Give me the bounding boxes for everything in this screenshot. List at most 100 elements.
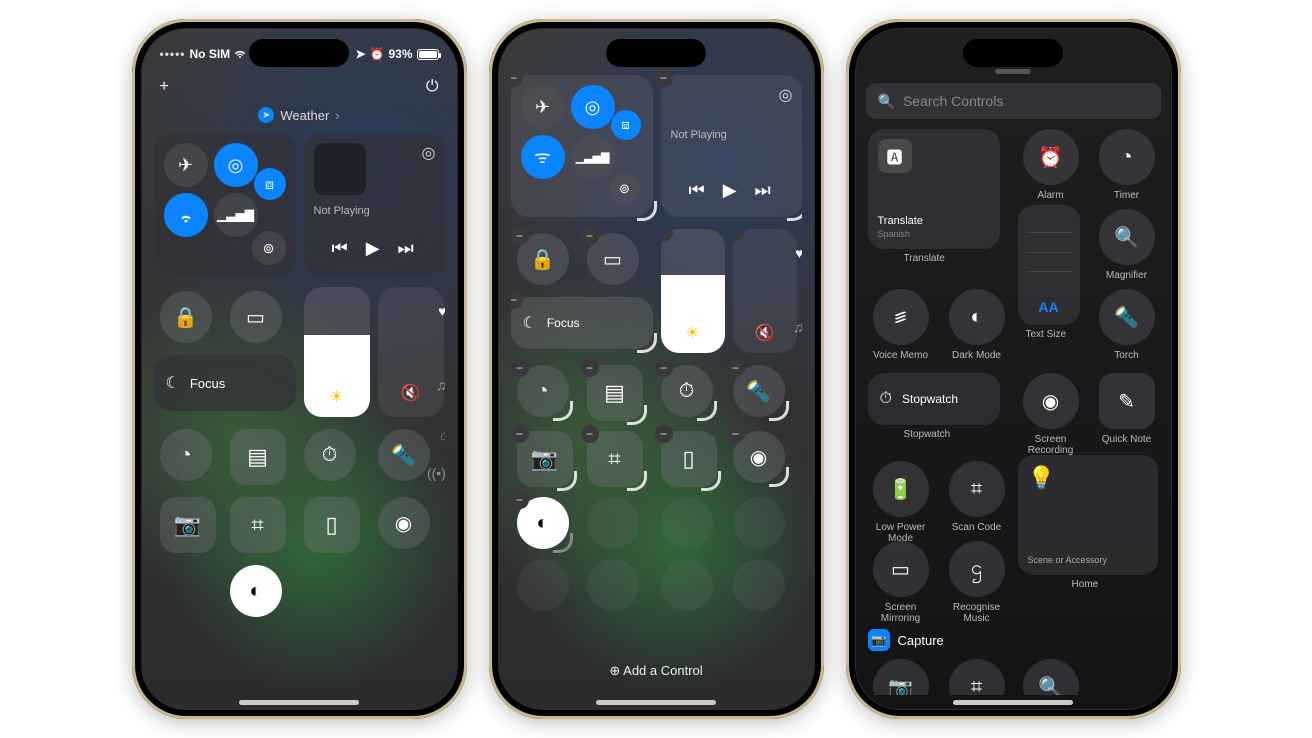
calculator-button[interactable]: ▤− xyxy=(587,365,643,421)
torch-button[interactable]: 🔦− xyxy=(733,365,785,417)
screen-mirroring-control[interactable]: ▭ xyxy=(873,541,929,597)
home-indicator[interactable] xyxy=(596,700,716,705)
empty-slot[interactable] xyxy=(517,559,569,611)
cellular-toggle[interactable]: ▁▃▅▇ xyxy=(214,193,258,237)
bluetooth-toggle[interactable]: ⧈ xyxy=(611,110,641,140)
wifi-toggle[interactable] xyxy=(164,193,208,237)
brightness-slider[interactable]: ☀︎ xyxy=(304,287,370,417)
qr-scan-button[interactable]: ⌗ xyxy=(230,497,286,553)
magnifier-gallery-control[interactable]: 🔍 xyxy=(1023,659,1079,695)
remove-badge[interactable]: − xyxy=(733,229,745,241)
remove-badge[interactable]: − xyxy=(511,291,523,309)
dark-mode-control[interactable]: ◐ xyxy=(949,289,1005,345)
stopwatch-pill-control[interactable]: ⏱Stopwatch xyxy=(868,373,1000,425)
volume-slider[interactable]: 🔇 xyxy=(378,287,444,417)
dark-mode-toggle[interactable]: ◐ xyxy=(230,565,282,617)
screen-record-button[interactable]: ◉ xyxy=(378,497,430,549)
apple-tv-remote-button[interactable]: ▯ xyxy=(304,497,360,553)
now-playing-tile-edit[interactable]: − ◎ Not Playing ⏮ ▶ ⏭ xyxy=(661,75,802,217)
brightness-icon: ☀︎ xyxy=(329,387,343,407)
personal-hotspot-toggle[interactable]: ⊚ xyxy=(252,231,286,265)
alarm-control[interactable]: ⏰ xyxy=(1023,129,1079,185)
media-next-button[interactable]: ⏭ xyxy=(755,180,771,201)
bluetooth-toggle[interactable]: ⧈ xyxy=(254,168,286,200)
torch-control[interactable]: 🔦 xyxy=(1099,289,1155,345)
media-prev-button[interactable]: ⏮ xyxy=(332,238,348,259)
empty-slot[interactable] xyxy=(587,559,639,611)
cellular-toggle[interactable]: ▁▃▅▇ xyxy=(571,135,615,179)
remove-badge[interactable]: − xyxy=(581,227,599,245)
resize-handle[interactable] xyxy=(787,201,802,221)
empty-slot[interactable] xyxy=(661,559,713,611)
translate-control-tile[interactable]: 🅰︎ Translate Spanish xyxy=(868,129,1000,249)
camera-gallery-control[interactable]: 📷 xyxy=(873,659,929,695)
timer-button[interactable]: ◔ xyxy=(160,429,212,481)
home-indicator[interactable] xyxy=(239,700,359,705)
airplane-mode-toggle[interactable]: ✈︎ xyxy=(164,143,208,187)
focus-button[interactable]: ☾ Focus xyxy=(154,355,296,411)
sheet-grabber[interactable] xyxy=(995,69,1031,74)
magnifier-control[interactable]: 🔍 xyxy=(1099,209,1155,265)
empty-slot[interactable] xyxy=(733,497,785,549)
empty-slot[interactable] xyxy=(661,497,713,549)
connectivity-group-edit[interactable]: − ✈︎ ◎ ᯤ ▁▃▅▇ ⧈ ⊚ xyxy=(511,75,653,217)
quick-note-control[interactable]: ✎ xyxy=(1099,373,1155,429)
brightness-slider-edit[interactable]: − ☀︎ xyxy=(661,229,725,353)
now-playing-tile[interactable]: ◎ Not Playing ⏮ ▶ ⏭ xyxy=(304,133,445,275)
wifi-toggle[interactable]: ᯤ xyxy=(521,135,565,179)
timer-button[interactable]: ◔− xyxy=(517,365,569,417)
empty-slot[interactable] xyxy=(733,559,785,611)
resize-handle[interactable] xyxy=(709,337,725,353)
home-scene-tile[interactable]: 💡 Scene or Accessory xyxy=(1018,455,1158,575)
remove-badge[interactable]: − xyxy=(661,229,673,241)
screen-record-button[interactable]: ◉− xyxy=(733,431,785,483)
timer-control[interactable]: ◔ xyxy=(1099,129,1155,185)
resize-handle[interactable] xyxy=(637,201,657,221)
camera-button[interactable]: 📷− xyxy=(517,431,573,487)
scan-gallery-control[interactable]: ⌗ xyxy=(949,659,1005,695)
resize-handle[interactable] xyxy=(637,333,657,353)
text-size-control[interactable]: AA xyxy=(1018,205,1080,325)
add-a-control-button[interactable]: ⊕ Add a Control xyxy=(511,663,802,679)
focus-button-edit[interactable]: − ☾ Focus xyxy=(511,297,653,349)
home-indicator[interactable] xyxy=(953,700,1073,705)
low-power-mode-control[interactable]: 🔋 xyxy=(873,461,929,517)
airdrop-toggle[interactable]: ◎ xyxy=(571,85,615,129)
stopwatch-button[interactable]: ⏱− xyxy=(661,365,713,417)
recognise-music-control[interactable]: ဌ xyxy=(949,541,1005,597)
empty-slot[interactable] xyxy=(587,497,639,549)
airplane-mode-toggle[interactable]: ✈︎ xyxy=(521,85,565,129)
connectivity-group[interactable]: ✈︎ ◎ ▁▃▅▇ ⧈ ⊚ xyxy=(154,133,296,275)
media-prev-button[interactable]: ⏮ xyxy=(689,180,705,201)
airdrop-toggle[interactable]: ◎ xyxy=(214,143,258,187)
media-play-button[interactable]: ▶ xyxy=(366,238,380,259)
camera-button[interactable]: 📷 xyxy=(160,497,216,553)
apple-tv-remote-button[interactable]: ▯− xyxy=(661,431,717,487)
stopwatch-button[interactable]: ⏱ xyxy=(304,429,356,481)
volume-slider-edit[interactable]: − 🔇 xyxy=(733,229,797,353)
screen-recording-control[interactable]: ◉ xyxy=(1023,373,1079,429)
resize-handle[interactable] xyxy=(781,337,797,353)
remove-badge[interactable]: − xyxy=(511,69,523,87)
screen-mirroring-button[interactable]: ▭ xyxy=(230,291,282,343)
screen-mirroring-button[interactable]: ▭− xyxy=(587,233,639,285)
rotation-lock-toggle[interactable]: 🔒 xyxy=(160,291,212,343)
rotation-lock-toggle[interactable]: 🔒− xyxy=(517,233,569,285)
personal-hotspot-toggle[interactable]: ⊚ xyxy=(609,173,641,205)
remove-badge[interactable]: − xyxy=(511,227,529,245)
torch-button[interactable]: 🔦 xyxy=(378,429,430,481)
scan-code-control[interactable]: ⌗ xyxy=(949,461,1005,517)
voice-memo-control[interactable]: ꠵ xyxy=(873,289,929,345)
airplay-icon[interactable]: ◎ xyxy=(422,143,436,163)
media-next-button[interactable]: ⏭ xyxy=(398,238,414,259)
search-controls-field[interactable]: 🔍 Search Controls xyxy=(866,83,1161,119)
power-button[interactable]: ⏻ xyxy=(426,78,439,96)
remove-badge[interactable]: − xyxy=(655,69,673,87)
dark-mode-toggle[interactable]: ◐− xyxy=(517,497,569,549)
media-play-button[interactable]: ▶ xyxy=(723,180,737,201)
calculator-button[interactable]: ▤ xyxy=(230,429,286,485)
qr-scan-button[interactable]: ⌗− xyxy=(587,431,643,487)
breadcrumb[interactable]: ➤ Weather › xyxy=(154,107,445,123)
dynamic-island xyxy=(606,39,706,67)
add-control-button[interactable]: + xyxy=(160,78,169,96)
